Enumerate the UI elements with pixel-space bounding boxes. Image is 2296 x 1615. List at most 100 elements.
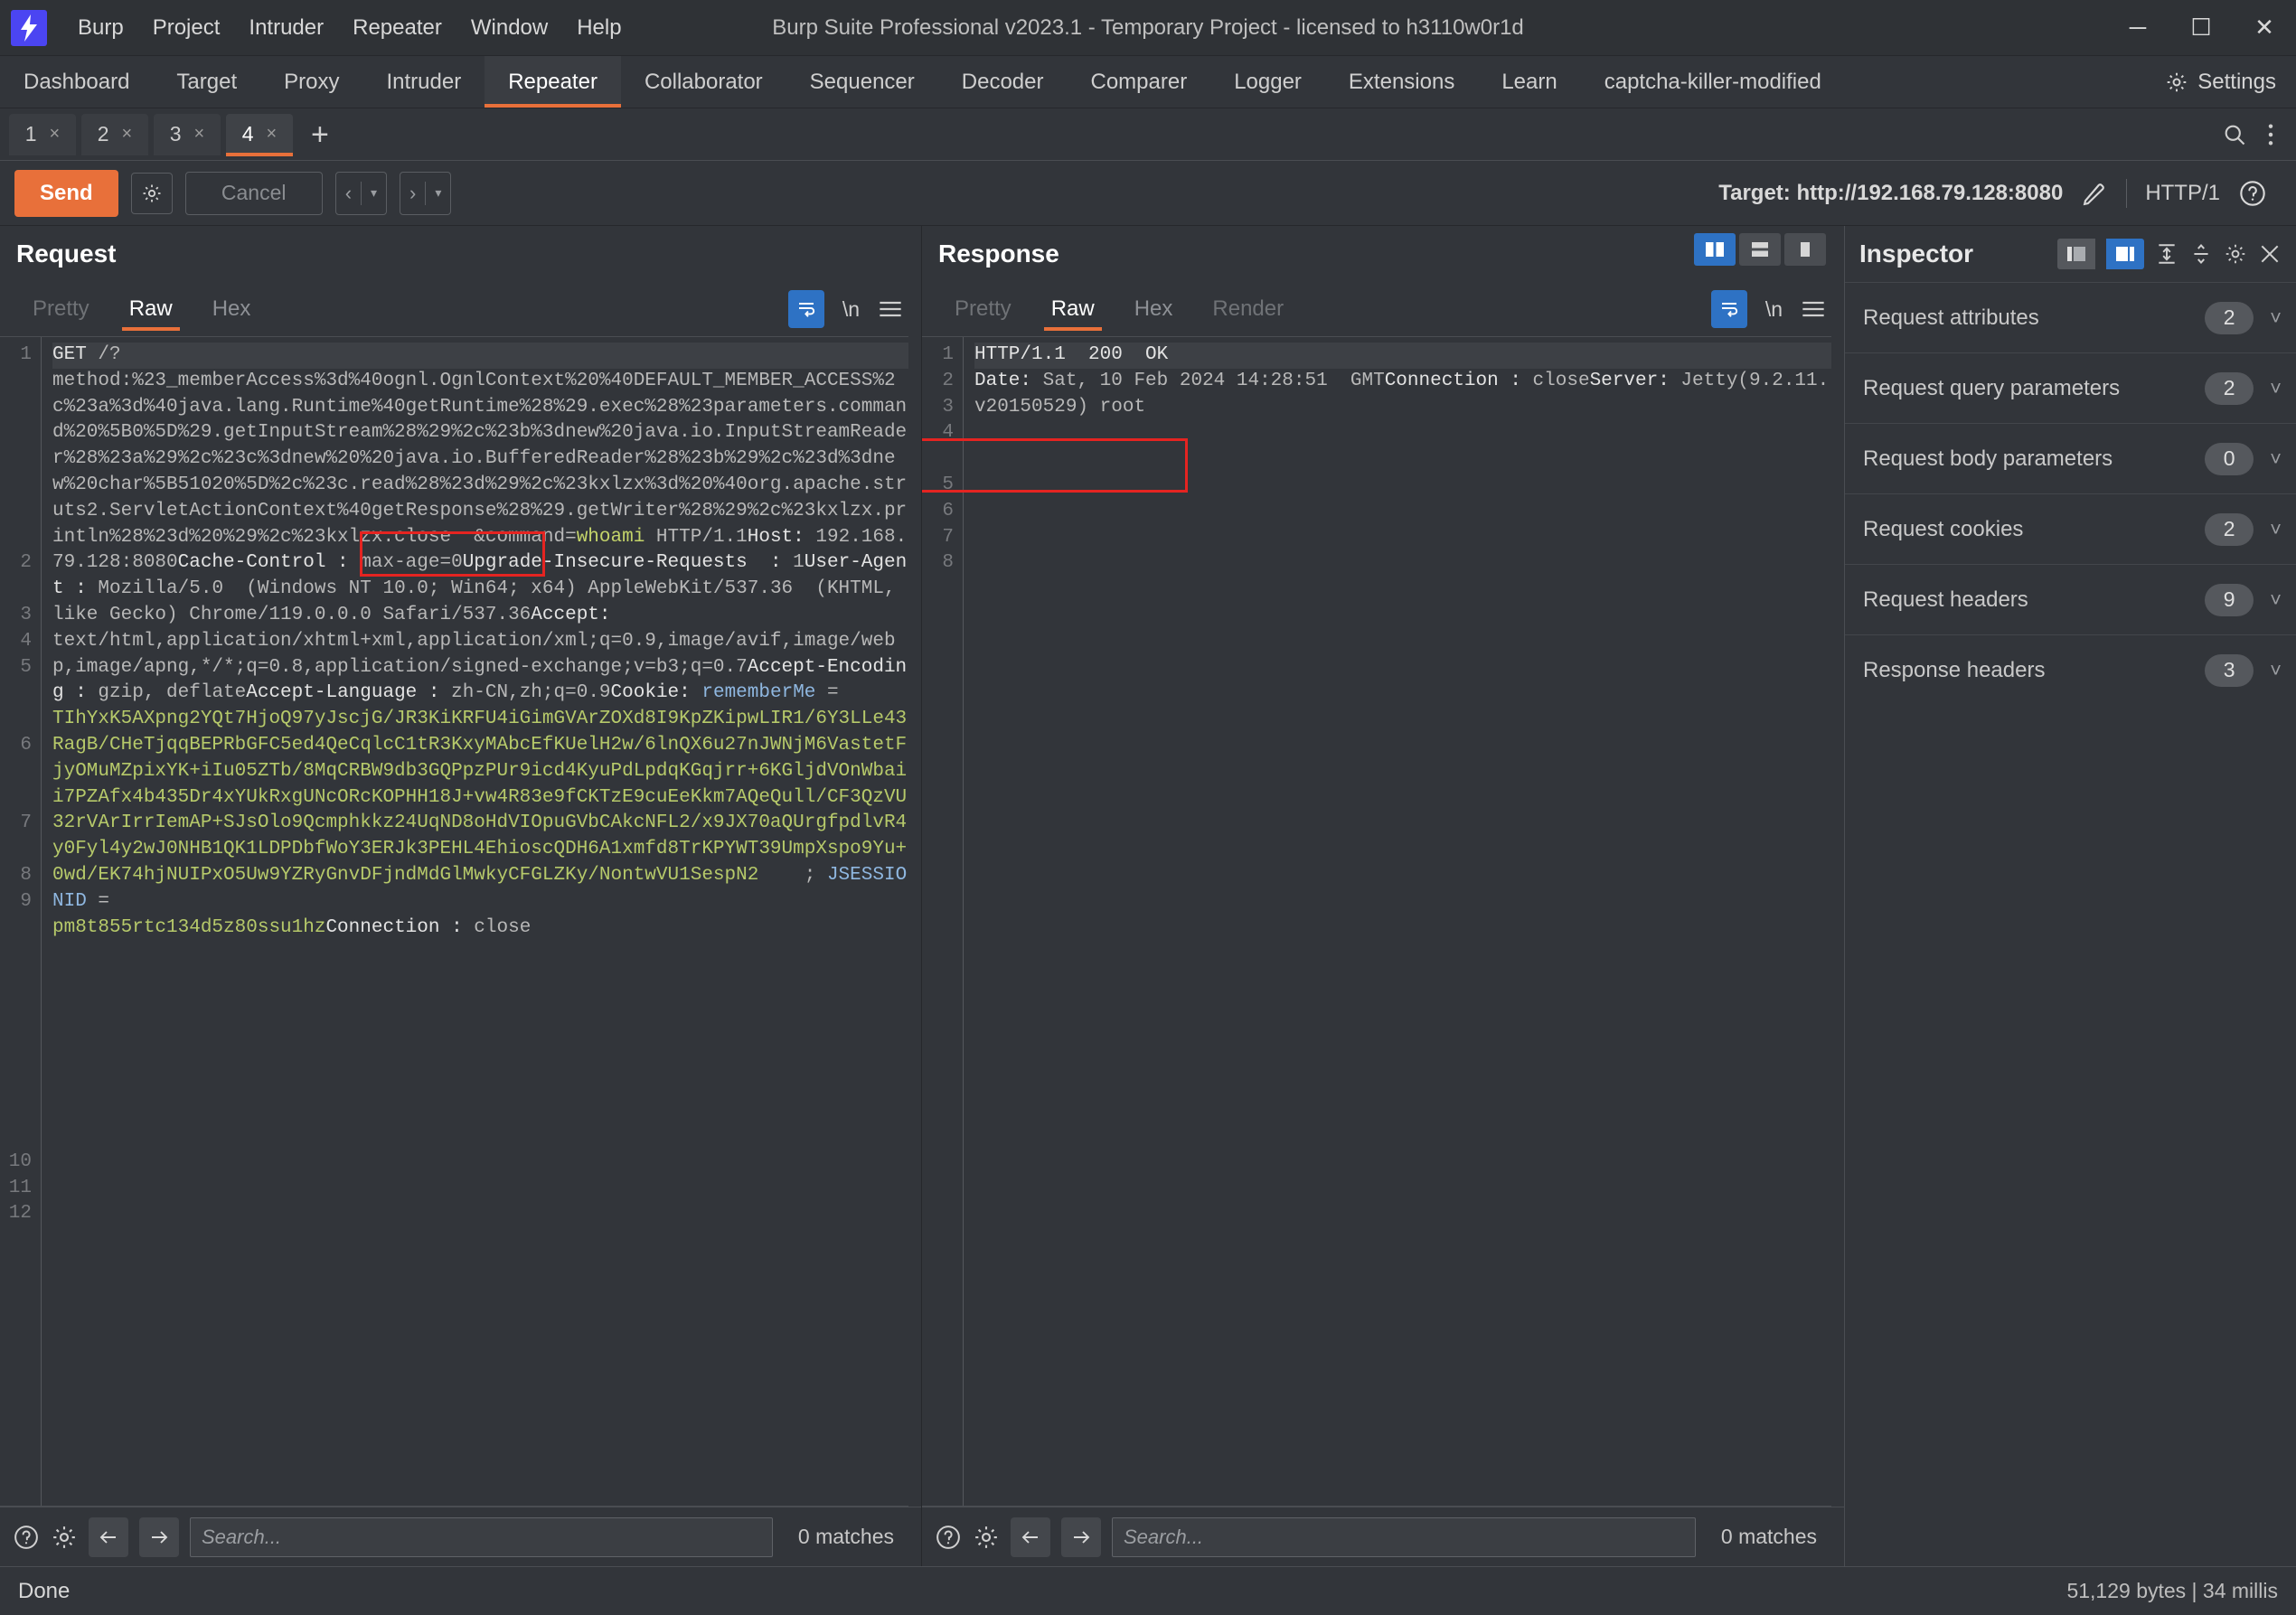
tab-logger[interactable]: Logger (1210, 56, 1325, 108)
add-repeater-tab-button[interactable]: + (298, 119, 342, 150)
request-search-input[interactable] (190, 1517, 773, 1557)
chevron-down-icon[interactable]: ˅ (2270, 306, 2282, 330)
tab-dashboard[interactable]: Dashboard (0, 56, 153, 108)
more-options-icon[interactable] (2267, 122, 2274, 147)
search-next-button[interactable] (139, 1517, 179, 1557)
collapse-all-icon[interactable] (2189, 242, 2213, 266)
chevron-down-icon[interactable]: ˅ (2270, 588, 2282, 612)
expand-all-icon[interactable] (2155, 242, 2178, 266)
response-tab-hex[interactable]: Hex (1115, 282, 1193, 336)
help-icon[interactable] (2238, 179, 2267, 208)
close-icon[interactable]: × (194, 124, 205, 145)
gutter-line: 4 (922, 420, 954, 446)
inspector-row-request-query-parameters[interactable]: Request query parameters 2 ˅ (1845, 352, 2296, 423)
search-prev-button[interactable] (1011, 1517, 1050, 1557)
tab-target[interactable]: Target (153, 56, 260, 108)
menu-item-project[interactable]: Project (138, 10, 235, 46)
repeater-tab-2[interactable]: 2 × (81, 114, 148, 155)
http-version-label[interactable]: HTTP/1 (2145, 181, 2220, 206)
request-tab-raw[interactable]: Raw (109, 282, 193, 336)
response-tab-render[interactable]: Render (1192, 282, 1303, 336)
inspector-row-response-headers[interactable]: Response headers 3 ˅ (1845, 634, 2296, 705)
repeater-tab-3[interactable]: 3 × (154, 114, 221, 155)
tab-decoder[interactable]: Decoder (938, 56, 1068, 108)
request-tab-hex[interactable]: Hex (193, 282, 271, 336)
inspector-row-label: Request attributes (1863, 305, 2039, 331)
chevron-down-icon[interactable]: ˅ (2270, 659, 2282, 682)
edit-target-pencil-icon[interactable] (2081, 180, 2108, 207)
settings-button[interactable]: Settings (2145, 56, 2296, 108)
tab-intruder[interactable]: Intruder (362, 56, 485, 108)
tab-repeater[interactable]: Repeater (485, 56, 621, 108)
gear-icon[interactable] (51, 1524, 78, 1551)
code-segment: : (64, 682, 99, 703)
request-code[interactable]: GET /?method:%23_memberAccess%3d%40ognl.… (42, 337, 908, 1506)
help-icon[interactable] (13, 1524, 40, 1551)
newline-toggle-label[interactable]: \n (1765, 297, 1783, 322)
word-wrap-toggle-icon[interactable] (1711, 290, 1747, 328)
tab-proxy[interactable]: Proxy (260, 56, 362, 108)
search-icon[interactable] (2222, 122, 2247, 147)
inspector-row-request-body-parameters[interactable]: Request body parameters 0 ˅ (1845, 423, 2296, 493)
code-segment: : (679, 682, 701, 703)
newline-toggle-label[interactable]: \n (842, 297, 860, 322)
word-wrap-toggle-icon[interactable] (788, 290, 824, 328)
close-icon[interactable]: × (50, 124, 61, 145)
close-icon[interactable] (2258, 242, 2282, 266)
response-tab-pretty[interactable]: Pretty (935, 282, 1031, 336)
gear-icon (2165, 70, 2188, 94)
request-editor[interactable]: 1 2 345 6 7 89 101112 GET /?method:%23_m… (0, 336, 908, 1507)
maximize-button[interactable]: ☐ (2169, 0, 2233, 56)
layout-stacked-icon[interactable] (1739, 233, 1781, 266)
cancel-button[interactable]: Cancel (185, 172, 323, 215)
search-prev-button[interactable] (89, 1517, 128, 1557)
minimize-button[interactable]: ─ (2106, 0, 2169, 56)
request-tab-pretty[interactable]: Pretty (13, 282, 109, 336)
response-search-input[interactable] (1112, 1517, 1696, 1557)
code-segment: close (1533, 371, 1590, 391)
tab-extensions[interactable]: Extensions (1325, 56, 1478, 108)
chevron-down-icon[interactable]: ˅ (2270, 447, 2282, 471)
layout-single-icon[interactable] (1784, 233, 1826, 266)
layout-side-by-side-icon[interactable] (1694, 233, 1736, 266)
chevron-down-icon[interactable]: ˅ (2270, 377, 2282, 400)
response-code[interactable]: HTTP/1.1 200 OKDate: Sat, 10 Feb 2024 14… (964, 337, 1831, 1506)
send-button[interactable]: Send (14, 170, 118, 217)
tab-learn[interactable]: Learn (1478, 56, 1580, 108)
repeater-tab-4[interactable]: 4 × (226, 114, 293, 155)
code-segment: Connection (325, 917, 439, 938)
request-menu-icon[interactable] (878, 299, 903, 319)
menu-item-intruder[interactable]: Intruder (234, 10, 338, 46)
tab-collaborator[interactable]: Collaborator (621, 56, 786, 108)
repeater-tab-1[interactable]: 1 × (9, 114, 76, 155)
inspector-dock-left-icon[interactable] (2057, 239, 2095, 269)
help-icon[interactable] (935, 1524, 962, 1551)
inspector-row-request-headers[interactable]: Request headers 9 ˅ (1845, 564, 2296, 634)
search-next-button[interactable] (1061, 1517, 1101, 1557)
request-pane: Request Pretty Raw Hex \n (0, 226, 922, 1566)
inspector-row-request-cookies[interactable]: Request cookies 2 ˅ (1845, 493, 2296, 564)
close-icon[interactable]: × (267, 124, 278, 145)
close-icon[interactable]: × (122, 124, 133, 145)
menu-item-help[interactable]: Help (562, 10, 635, 46)
menu-item-burp[interactable]: Burp (63, 10, 138, 46)
menu-item-repeater[interactable]: Repeater (338, 10, 456, 46)
send-options-gear-icon[interactable] (131, 173, 173, 214)
gear-icon[interactable] (2224, 242, 2247, 266)
forward-button[interactable]: › ▾ (400, 172, 451, 215)
tab-captcha-killer-modified[interactable]: captcha-killer-modified (1581, 56, 1845, 108)
tab-comparer[interactable]: Comparer (1067, 56, 1210, 108)
chevron-down-icon[interactable]: ˅ (2270, 518, 2282, 541)
back-button[interactable]: ‹ ▾ (335, 172, 387, 215)
inspector-row-request-attributes[interactable]: Request attributes 2 ˅ (1845, 282, 2296, 352)
chevron-down-icon[interactable]: ▾ (435, 185, 441, 201)
inspector-dock-right-icon[interactable] (2106, 239, 2144, 269)
response-menu-icon[interactable] (1801, 299, 1826, 319)
tab-sequencer[interactable]: Sequencer (786, 56, 938, 108)
response-editor[interactable]: 1234 5678 HTTP/1.1 200 OKDate: Sat, 10 F… (922, 336, 1831, 1507)
gear-icon[interactable] (973, 1524, 1000, 1551)
response-tab-raw[interactable]: Raw (1031, 282, 1115, 336)
close-button[interactable]: ✕ (2233, 0, 2296, 56)
chevron-down-icon[interactable]: ▾ (371, 185, 377, 201)
menu-item-window[interactable]: Window (456, 10, 562, 46)
